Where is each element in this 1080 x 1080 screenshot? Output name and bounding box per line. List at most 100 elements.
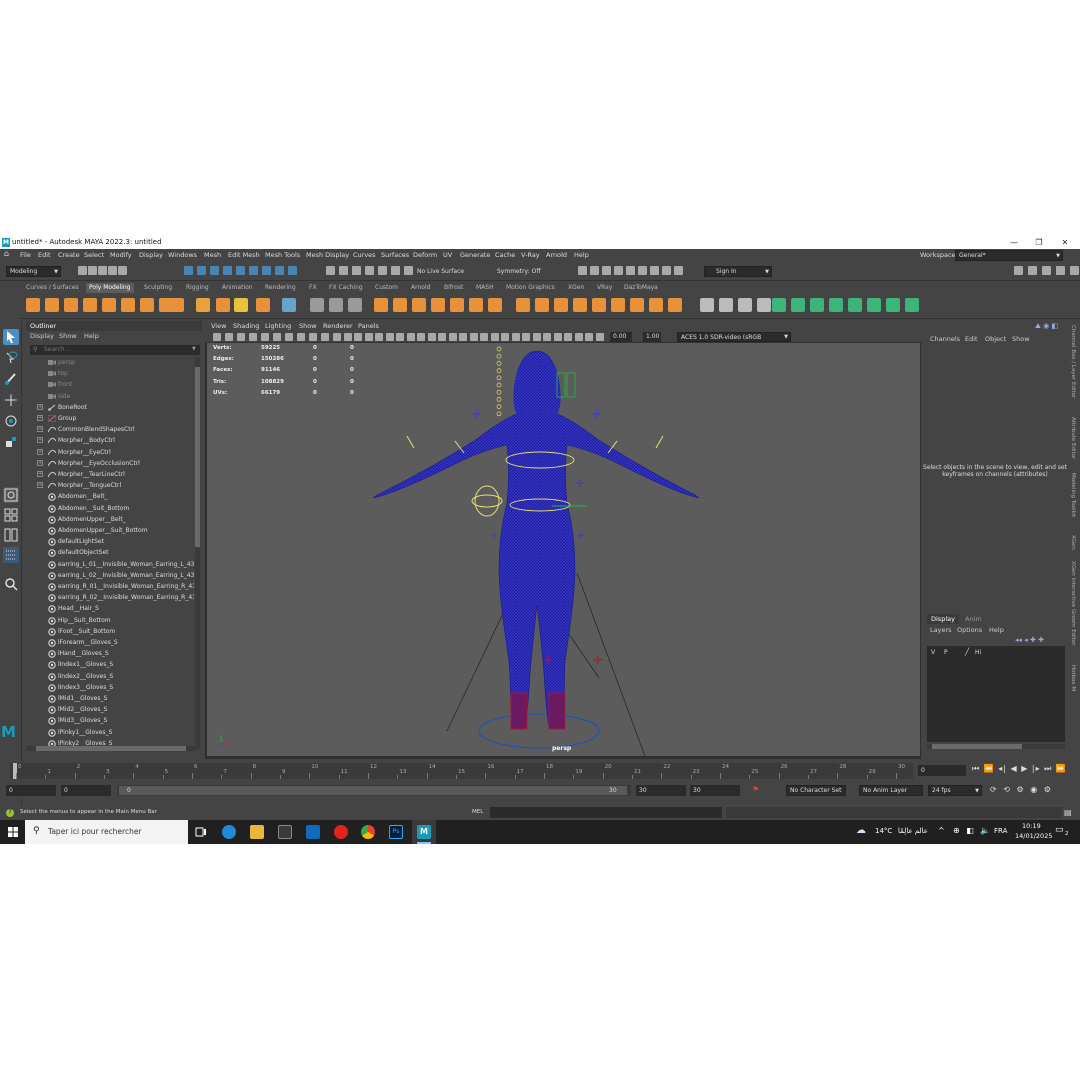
opera-icon[interactable] xyxy=(334,825,348,839)
snap-icon[interactable] xyxy=(326,266,335,275)
star-icon[interactable] xyxy=(196,298,210,312)
menu-arnold[interactable]: Arnold xyxy=(546,251,567,259)
deform-icon[interactable] xyxy=(829,298,843,312)
outliner-item[interactable]: Abdomen__Belt_ xyxy=(26,491,194,502)
knee-locator-icon[interactable]: ✛ xyxy=(543,653,553,667)
viewport-tool-icon[interactable] xyxy=(321,333,329,341)
mesh-tool-icon[interactable] xyxy=(554,298,568,312)
mesh-edit-icon[interactable] xyxy=(469,298,483,312)
command-line-input[interactable] xyxy=(490,807,722,818)
viewport-tool-icon[interactable] xyxy=(273,333,281,341)
viewport-menu-lighting[interactable]: Lighting xyxy=(265,322,291,330)
selection-mask-icon[interactable] xyxy=(288,266,297,275)
scrollbar-thumb[interactable] xyxy=(195,367,200,547)
taskbar-search-box[interactable]: ⚲ Taper ici pour rechercher xyxy=(25,820,188,844)
arm-control[interactable] xyxy=(406,435,415,449)
shelf-tab-animation[interactable]: Animation xyxy=(222,283,253,293)
shelf-tab-rigging[interactable]: Rigging xyxy=(186,283,209,293)
spine-control[interactable] xyxy=(496,397,502,402)
outliner-item[interactable]: earring_L_01__Invisible_Woman_Earring_L_… xyxy=(26,559,194,570)
menu-display[interactable]: Display xyxy=(139,251,163,259)
cb-menu-edit[interactable]: Edit xyxy=(965,335,978,343)
shelf-tab-bifrost[interactable]: Bifrost xyxy=(444,283,463,293)
mesh-tool-icon[interactable] xyxy=(649,298,663,312)
side-tab-channel-box[interactable]: Channel Box / Layer Editor xyxy=(1070,325,1076,398)
time-slider-track[interactable]: 0 1 2 3 4 5 6 7 8 9 10 11 12 13 14 15 16 17 18 19 20 21 22 23 24… xyxy=(10,763,913,779)
side-tab-modeling-toolkit[interactable]: Modeling Toolkit xyxy=(1070,473,1076,517)
store-icon[interactable] xyxy=(278,825,292,839)
side-tab-xgen[interactable]: XGen xyxy=(1070,535,1076,550)
photoshop-icon[interactable]: Ps xyxy=(389,825,403,839)
render-icon[interactable] xyxy=(650,266,659,275)
outliner-item[interactable]: lForearm__Gloves_S xyxy=(26,637,194,648)
menu-edit[interactable]: Edit xyxy=(38,251,51,259)
paint-select-icon[interactable] xyxy=(3,371,19,387)
panel-toggle-icon[interactable] xyxy=(1028,266,1037,275)
outliner-item[interactable]: Head__Hair_S xyxy=(26,603,194,614)
menu-mesh[interactable]: Mesh xyxy=(204,251,221,259)
mesh-edit-icon[interactable] xyxy=(412,298,426,312)
viewport-tool-icon[interactable] xyxy=(501,333,509,341)
file-icon[interactable] xyxy=(98,266,107,275)
character-mesh[interactable] xyxy=(372,350,700,730)
face-control-panel[interactable] xyxy=(566,372,576,398)
expand-icon[interactable]: + xyxy=(37,448,43,455)
sculpt-icon[interactable] xyxy=(348,298,362,312)
outliner-item[interactable]: side xyxy=(26,391,194,402)
outliner-item[interactable]: + Morpher__BodyCtrl xyxy=(26,435,194,446)
ik-handle-icon[interactable]: ✛ xyxy=(592,408,601,421)
outliner-item[interactable]: lFoot__Suit_Bottom xyxy=(26,626,194,637)
panel-toggle-icon[interactable] xyxy=(1042,266,1051,275)
task-view-icon[interactable] xyxy=(194,825,208,839)
ik-handle-icon[interactable]: ✛ xyxy=(577,532,585,542)
sculpt-icon[interactable] xyxy=(329,298,343,312)
mesh-tool-icon[interactable] xyxy=(535,298,549,312)
clock-time[interactable]: 10:19 xyxy=(1022,822,1041,830)
poly-primitive-icon[interactable] xyxy=(64,298,78,312)
expand-icon[interactable]: + xyxy=(37,471,43,477)
snap-icon[interactable] xyxy=(404,266,413,275)
shelf-tab-sculpting[interactable]: Sculpting xyxy=(144,283,172,293)
viewport-tool-icon[interactable] xyxy=(427,333,436,341)
hip-control-ring[interactable] xyxy=(471,494,503,508)
close-icon[interactable]: ✕ xyxy=(1053,236,1077,249)
uv-icon[interactable] xyxy=(719,298,733,312)
outliner-search-input[interactable]: Search... xyxy=(30,345,200,355)
poly-primitive-icon[interactable] xyxy=(26,298,40,312)
mesh-edit-icon[interactable] xyxy=(393,298,407,312)
outliner-menu-display[interactable]: Display xyxy=(30,332,54,340)
cb-menu-object[interactable]: Object xyxy=(985,335,1006,343)
spine-control[interactable] xyxy=(496,404,502,409)
viewport-tool-icon[interactable] xyxy=(574,333,583,341)
layer-name[interactable]: Hi xyxy=(975,649,981,656)
ik-handle-icon[interactable]: ✛ xyxy=(472,408,481,421)
playback-end-field[interactable]: 30 xyxy=(636,785,686,796)
outliner-item[interactable]: lIndex1__Gloves_S xyxy=(26,659,194,670)
outliner-item[interactable]: earring_R_02__Invisible_Woman_Earring_R_… xyxy=(26,592,194,603)
mesh-tool-icon[interactable] xyxy=(630,298,644,312)
snap-icon[interactable] xyxy=(391,266,400,275)
shelf-tab-mash[interactable]: MASH xyxy=(476,283,494,293)
viewport-canvas[interactable]: Verts: 59225 0 0 Edges: 150286 0 0 Faces: 91146 0 0… xyxy=(207,343,920,756)
outliner-item[interactable]: defaultLightSet xyxy=(26,536,194,547)
weather-text[interactable]: عالم عالِمًا xyxy=(898,827,928,835)
outlook-icon[interactable] xyxy=(306,825,320,839)
panel-toggle-icon[interactable] xyxy=(1014,266,1023,275)
viewport-tool-icon[interactable] xyxy=(343,333,352,341)
deform-icon[interactable] xyxy=(848,298,862,312)
outliner-item[interactable]: lMid3__Gloves_S xyxy=(26,715,194,726)
restore-icon[interactable]: ❐ xyxy=(1027,236,1051,249)
render-icon[interactable] xyxy=(578,266,587,275)
home-icon[interactable]: ⌂ xyxy=(4,249,9,258)
spine-control[interactable] xyxy=(496,411,502,417)
shelf-tab-fx[interactable]: FX xyxy=(309,283,317,293)
playback-controls[interactable]: ⏮ ⏪ ◂| ◀ ▶ |▸ ⏭ ⏩ xyxy=(972,764,1067,774)
cb-menu-show[interactable]: Show xyxy=(1012,335,1030,343)
expand-icon[interactable]: + xyxy=(37,459,43,466)
outliner-item[interactable]: front xyxy=(26,379,194,390)
panel-toggle-icon[interactable] xyxy=(1070,266,1079,275)
viewport-tool-icon[interactable] xyxy=(385,333,394,341)
weather-icon[interactable]: ☁ xyxy=(856,825,866,836)
text-icon[interactable] xyxy=(216,298,230,312)
selection-mask-icon[interactable] xyxy=(223,266,232,275)
